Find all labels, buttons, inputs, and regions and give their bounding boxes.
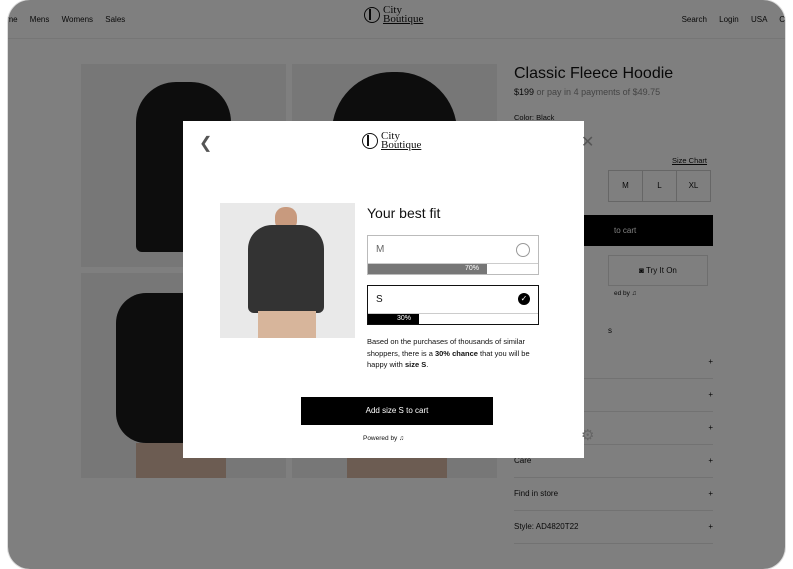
size-option-label: M xyxy=(376,244,385,255)
size-option-label: S xyxy=(376,294,383,305)
modal-logo: City Boutique xyxy=(362,131,422,151)
fit-percent: 30% xyxy=(397,315,412,322)
close-icon[interactable]: ✕ xyxy=(581,132,594,152)
checkmark-icon: ✓ xyxy=(518,293,530,305)
fit-percent: 70% xyxy=(465,265,480,272)
size-option-s[interactable]: S ✓ 30% xyxy=(367,285,539,325)
browser-frame: ome Mens Womens Sales CityBoutique Searc… xyxy=(8,0,785,569)
radio-icon xyxy=(516,243,530,257)
powered-by: Powered by ♫ xyxy=(362,435,404,442)
model-photo xyxy=(220,203,355,338)
fit-bar: 30% xyxy=(368,313,538,324)
gear-icon[interactable]: ⚙ xyxy=(581,426,594,444)
logo-icon xyxy=(362,133,378,149)
add-size-to-cart-button[interactable]: Add size S to cart xyxy=(301,397,493,425)
bell-icon: ♫ xyxy=(399,435,404,442)
logo-line2: Boutique xyxy=(381,139,422,151)
fit-description: Based on the purchases of thousands of s… xyxy=(367,337,530,369)
fit-modal: ❮ City Boutique ✕ Your best fit M 70% S ✓ xyxy=(183,121,594,458)
size-option-m[interactable]: M 70% xyxy=(367,235,539,275)
chevron-left-icon[interactable]: ❮ xyxy=(199,133,212,153)
fit-title: Your best fit xyxy=(367,205,441,221)
fit-bar: 70% xyxy=(368,263,538,274)
